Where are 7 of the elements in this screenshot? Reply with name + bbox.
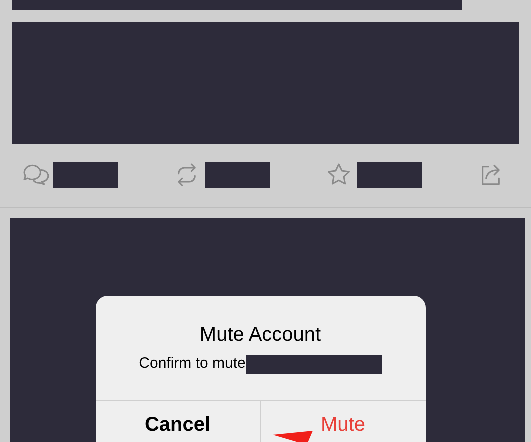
arrow-icon bbox=[273, 430, 313, 442]
redaction-bar bbox=[205, 162, 270, 188]
dialog-title: Mute Account bbox=[200, 323, 322, 347]
cancel-button[interactable]: Cancel bbox=[96, 400, 260, 442]
redaction-bar bbox=[53, 162, 118, 188]
dialog-message: Confirm to mute bbox=[139, 354, 246, 374]
redaction-bar bbox=[357, 162, 422, 188]
